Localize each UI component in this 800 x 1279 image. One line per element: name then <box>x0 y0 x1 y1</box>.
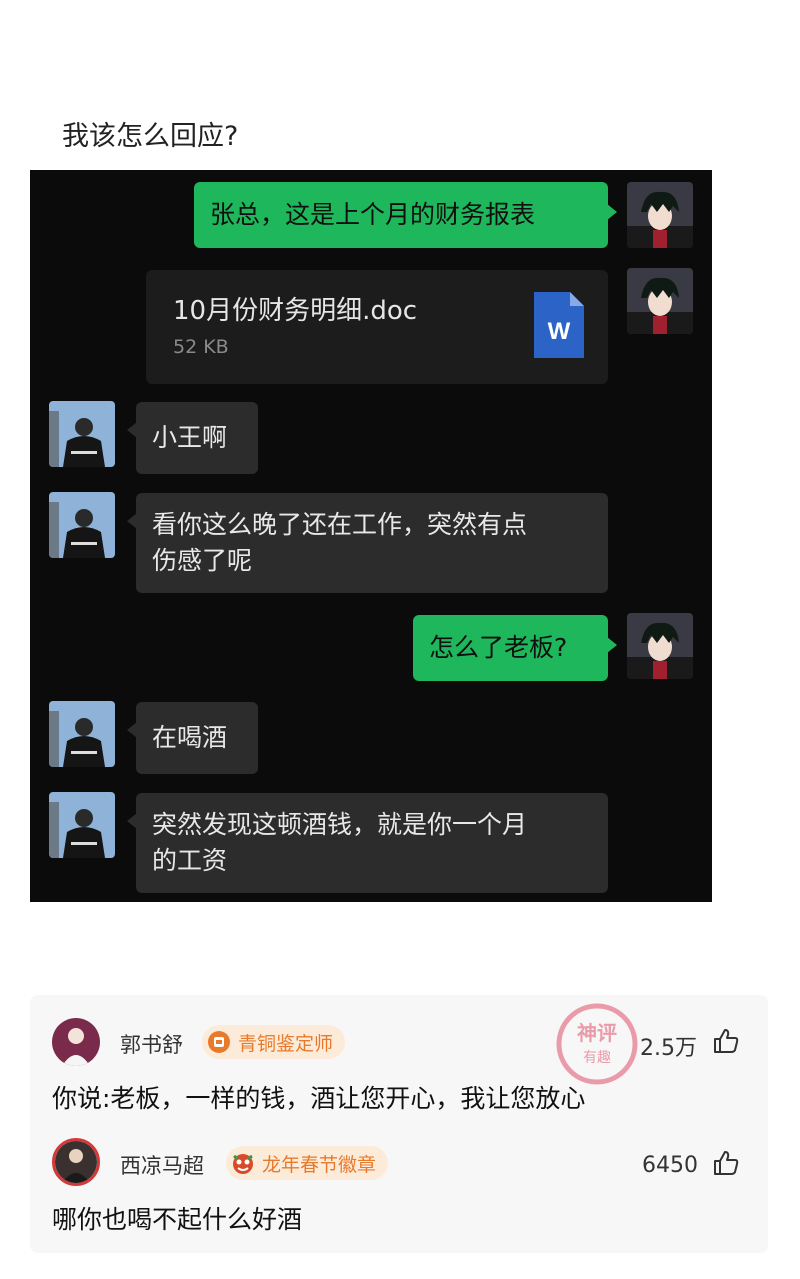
thumbs-up-icon[interactable] <box>712 1027 740 1055</box>
comments-section: 神评 有趣 郭书舒 青铜鉴定师 2.5万 你说:老板，一样的钱，酒让您开心，我让… <box>30 995 768 1253</box>
word-document-icon: W <box>534 292 584 358</box>
comment-text: 你说:老板，一样的钱，酒让您开心，我让您放心 <box>52 1084 586 1113</box>
boss-avatar[interactable] <box>49 701 115 767</box>
message-text-line: 突然发现这顿酒钱，就是你一个月 <box>152 810 528 839</box>
thumbs-up-icon[interactable] <box>712 1149 740 1177</box>
boss-message-bubble: 小王啊 <box>127 402 258 474</box>
user-badge[interactable]: 龙年春节徽章 <box>226 1146 389 1180</box>
anime-avatar-icon <box>627 182 693 248</box>
boss-message-bubble: 看你这么晚了还在工作，突然有点 伤感了呢 <box>127 493 608 593</box>
message-text: 小王啊 <box>152 423 228 452</box>
boss-message-bubble: 突然发现这顿酒钱，就是你一个月 的工资 <box>127 793 608 893</box>
user-avatar-icon <box>52 1018 100 1066</box>
anime-avatar-icon <box>627 613 693 679</box>
boss-message-bubble: 在喝酒 <box>127 702 258 774</box>
boss-avatar[interactable] <box>49 792 115 858</box>
user-badge[interactable]: 青铜鉴定师 <box>202 1025 346 1059</box>
lion-dance-icon <box>233 1154 253 1174</box>
message-text: 怎么了老板? <box>429 633 568 662</box>
chat-screenshot: 张总，这是上个月的财务报表 10月份财务明细.doc 52 KB W 小王啊 看… <box>30 170 712 902</box>
my-avatar[interactable] <box>627 268 693 334</box>
file-size: 52 KB <box>173 336 229 358</box>
my-message-bubble: 怎么了老板? <box>413 615 617 681</box>
person-photo-avatar-icon <box>49 401 115 467</box>
message-text-line: 看你这么晚了还在工作，突然有点 <box>152 510 528 539</box>
boss-avatar[interactable] <box>49 401 115 467</box>
message-text: 张总，这是上个月的财务报表 <box>210 200 536 229</box>
like-count: 2.5万 <box>640 1036 697 1061</box>
stamp-text: 神评 <box>577 1021 617 1045</box>
person-photo-avatar-icon <box>49 492 115 558</box>
badge-label: 龙年春节徽章 <box>262 1153 377 1176</box>
my-message-bubble: 张总，这是上个月的财务报表 <box>194 182 617 248</box>
file-name: 10月份财务明细.doc <box>173 296 418 326</box>
stamp-text: 有趣 <box>583 1050 611 1066</box>
user-avatar-icon <box>55 1141 97 1183</box>
comment-text: 哪你也喝不起什么好酒 <box>52 1205 303 1234</box>
file-attachment-card[interactable]: 10月份财务明细.doc 52 KB W <box>146 270 608 384</box>
person-photo-avatar-icon <box>49 701 115 767</box>
badge-label: 青铜鉴定师 <box>238 1032 334 1055</box>
commenter-name[interactable]: 郭书舒 <box>120 1029 183 1059</box>
commenter-avatar[interactable] <box>52 1138 100 1186</box>
my-avatar[interactable] <box>627 182 693 248</box>
message-text-line: 的工资 <box>152 846 228 875</box>
commenter-avatar[interactable] <box>52 1018 100 1066</box>
anime-avatar-icon <box>627 268 693 334</box>
my-avatar[interactable] <box>627 613 693 679</box>
message-text-line: 伤感了呢 <box>152 546 253 575</box>
boss-avatar[interactable] <box>49 492 115 558</box>
post-title-bar: 我该怎么回应? <box>30 100 712 170</box>
message-text: 在喝酒 <box>152 723 228 752</box>
like-count: 6450 <box>642 1153 698 1178</box>
post-title: 我该怎么回应? <box>62 121 239 152</box>
commenter-name[interactable]: 西凉马超 <box>120 1150 204 1180</box>
bronze-medal-icon <box>208 1031 230 1053</box>
word-icon-label: W <box>548 318 571 345</box>
person-photo-avatar-icon <box>49 792 115 858</box>
